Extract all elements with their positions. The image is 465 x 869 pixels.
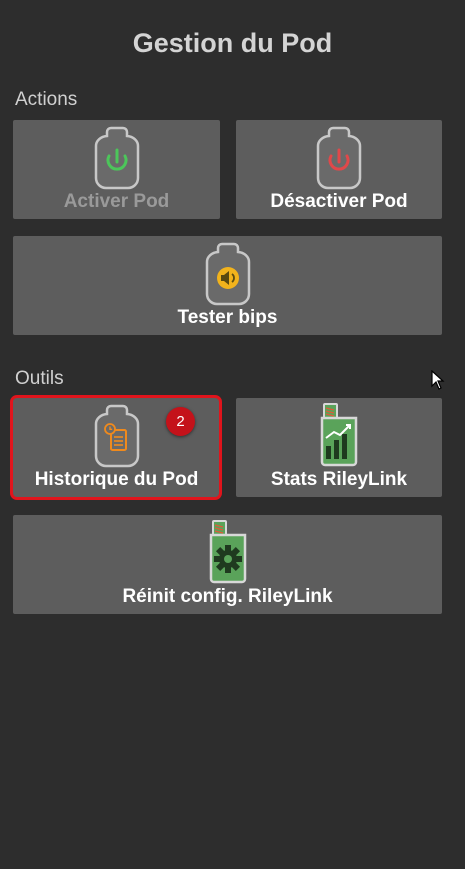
pod-history-icon [94, 404, 140, 473]
mouse-cursor-icon [431, 369, 445, 395]
rileylink-stats-label: Stats RileyLink [270, 469, 408, 490]
test-beeps-label: Tester bips [177, 307, 278, 328]
reset-rileylink-config-label: Réinit config. RileyLink [122, 586, 333, 607]
page-title: Gestion du Pod [132, 28, 333, 58]
deactivate-pod-label: Désactiver Pod [270, 191, 408, 212]
pod-power-off-icon [316, 126, 362, 195]
reset-rileylink-config-button[interactable]: Réinit config. RileyLink [13, 515, 442, 614]
rileylink-stats-button[interactable]: Stats RileyLink [236, 398, 442, 497]
pod-management-screen: Gestion du Pod Actions Activer Pod Désac… [0, 0, 465, 869]
test-beeps-button[interactable]: Tester bips [13, 236, 442, 335]
section-label-tools: Outils [15, 368, 64, 389]
pod-history-label: Historique du Pod [34, 469, 199, 490]
pod-speaker-icon [205, 242, 251, 311]
activate-pod-label: Activer Pod [63, 191, 170, 212]
section-label-actions: Actions [15, 89, 78, 110]
activate-pod-button[interactable]: Activer Pod [13, 120, 220, 219]
pod-power-on-icon [94, 126, 140, 195]
deactivate-pod-button[interactable]: Désactiver Pod [236, 120, 442, 219]
step-badge: 2 [166, 407, 195, 436]
rileylink-stats-icon [316, 402, 362, 473]
rileylink-gear-icon [205, 519, 251, 590]
